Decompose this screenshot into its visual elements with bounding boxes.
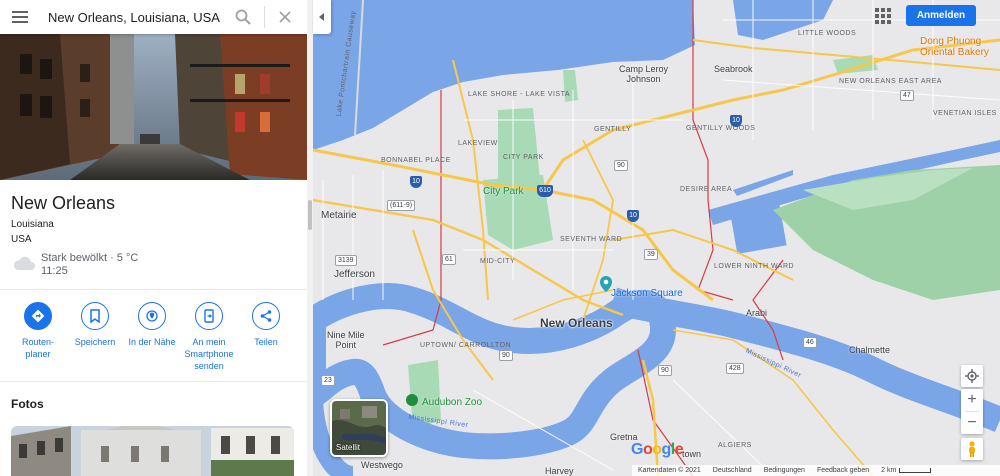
chevron-left-icon: [319, 13, 324, 21]
save-button[interactable]: Speichern: [65, 302, 125, 348]
photos-heading: Fotos: [11, 397, 44, 411]
search-box: [0, 0, 307, 34]
satellite-label: Satellit: [336, 443, 361, 452]
send-to-phone-icon: [195, 302, 223, 330]
route-shield: 47: [900, 90, 914, 101]
route-shield: 46: [803, 337, 817, 348]
nearby-label: In der Nähe: [128, 337, 176, 347]
route-shield: 61: [442, 254, 456, 265]
photo-thumbnail[interactable]: [11, 426, 294, 476]
route-shield: 428: [726, 363, 744, 374]
crosshair-icon: [965, 369, 979, 383]
scale-bar[interactable]: 2 km: [881, 467, 943, 474]
place-region: Louisiana: [11, 219, 54, 230]
apps-grid-icon[interactable]: [873, 6, 893, 26]
directions-button[interactable]: Routen- planer: [8, 302, 68, 360]
interstate-shield: 610: [537, 185, 553, 197]
map-footer: Kartendaten © 2021 Deutschland Bedingung…: [632, 465, 1000, 476]
zoom-controls: + −: [961, 389, 983, 434]
street-view-pegman[interactable]: [961, 438, 983, 460]
close-x-icon[interactable]: [272, 5, 298, 29]
share-label: Teilen: [254, 337, 278, 347]
bookmark-icon: [81, 302, 109, 330]
place-title: New Orleans: [11, 193, 116, 213]
interstate-shield: 10: [627, 210, 639, 222]
nearby-button[interactable]: In der Nähe: [122, 302, 182, 348]
hamburger-menu-icon[interactable]: [0, 0, 40, 34]
directions-label: Routen- planer: [21, 337, 55, 359]
map-canvas[interactable]: LAKE SHORE - LAKE VISTA GENTILLY GENTILL…: [313, 0, 1000, 476]
place-panel: New Orleans Louisiana USA Stark bewölkt …: [0, 0, 307, 476]
zoom-out-button[interactable]: −: [961, 412, 983, 434]
nearby-icon: [138, 302, 166, 330]
interstate-shield: 10: [730, 115, 742, 127]
map-base: [313, 0, 1000, 476]
route-shield: 90: [614, 160, 628, 171]
pegman-icon: [969, 441, 975, 457]
send-to-phone-button[interactable]: An mein Smartphone senden: [179, 302, 239, 372]
footer-link-feedback[interactable]: Feedback geben: [817, 467, 869, 474]
weather-description: Stark bewölkt · 5 °C: [41, 252, 139, 264]
route-shield: 3139: [335, 255, 357, 266]
my-location-button[interactable]: [961, 365, 983, 387]
cloud-icon: [12, 254, 36, 272]
share-icon: [252, 302, 280, 330]
zoom-in-button[interactable]: +: [961, 389, 983, 411]
weather-time: 11:25: [41, 265, 68, 277]
send-to-phone-label: An mein Smartphone senden: [184, 337, 234, 371]
scrollbar-thumb[interactable]: [308, 200, 312, 230]
share-button[interactable]: Teilen: [236, 302, 296, 348]
interstate-shield: 10: [410, 176, 422, 188]
footer-link-terms[interactable]: Bedingungen: [764, 467, 805, 474]
sign-in-button[interactable]: Anmelden: [906, 5, 976, 26]
divider: [0, 381, 307, 382]
footer-link-country[interactable]: Deutschland: [713, 467, 752, 474]
magnifier-icon[interactable]: [230, 5, 256, 29]
route-shield: 90: [499, 350, 513, 361]
search-divider: [264, 6, 265, 28]
google-logo: Google: [631, 441, 684, 458]
search-input[interactable]: [48, 9, 228, 25]
divider: [0, 289, 307, 290]
route-shield: (611-9): [387, 200, 416, 211]
route-shield: 90: [658, 365, 672, 376]
scale-label: 2 km: [881, 467, 897, 474]
directions-icon: [24, 302, 52, 330]
satellite-layer-toggle[interactable]: Satellit: [330, 399, 388, 457]
route-shield: 39: [644, 249, 658, 260]
collapse-panel-button[interactable]: [313, 0, 331, 34]
save-label: Speichern: [74, 337, 116, 347]
hero-photo[interactable]: [0, 34, 307, 180]
scale-bar-line: [899, 468, 932, 473]
map-attribution: Kartendaten © 2021: [638, 467, 701, 474]
place-country: USA: [11, 234, 32, 245]
route-shield: 23: [321, 375, 335, 386]
